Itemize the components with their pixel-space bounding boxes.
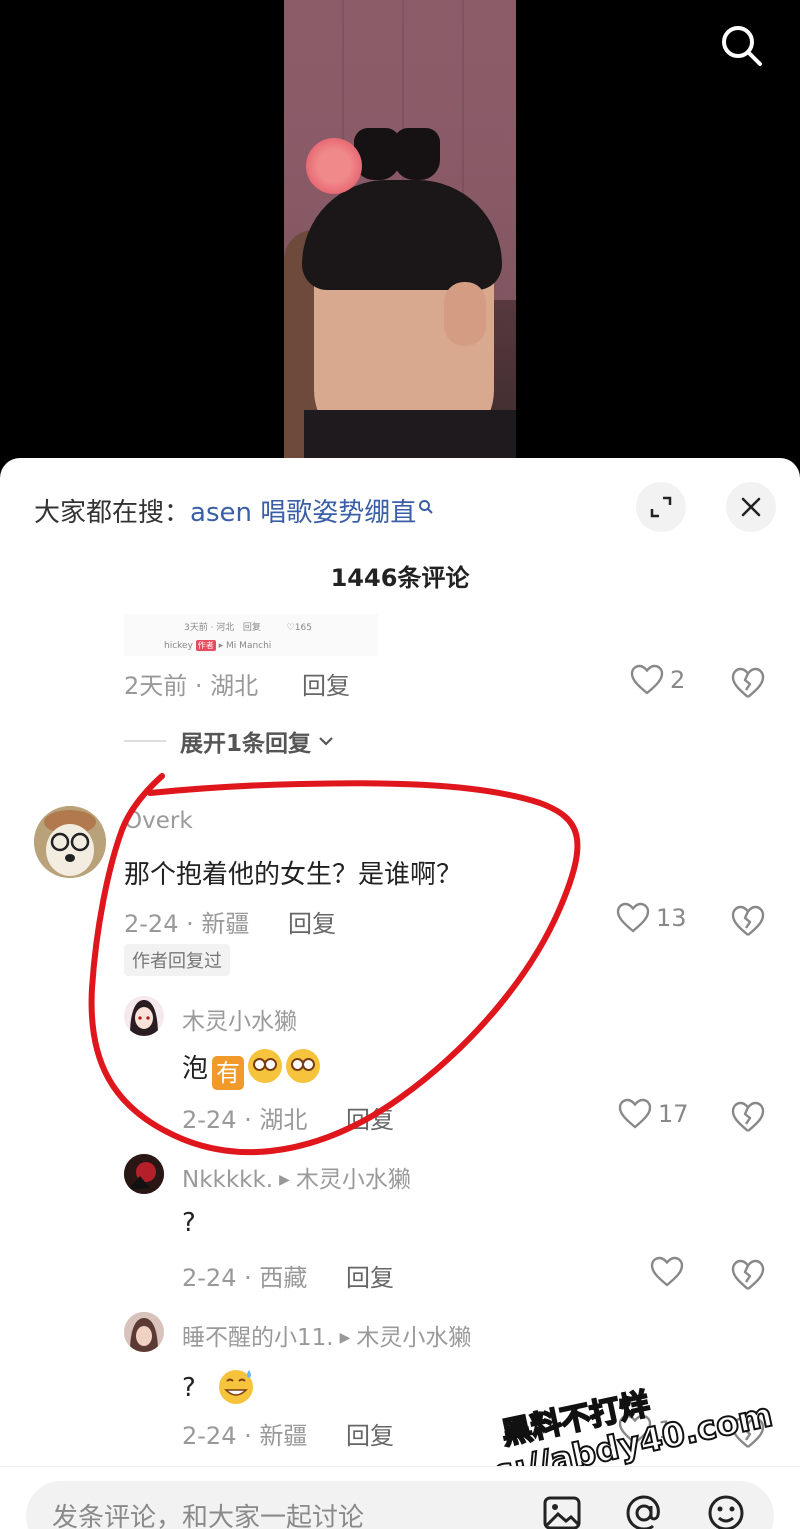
dislike-icon[interactable] <box>730 904 766 938</box>
red-circle-annotation <box>88 773 581 1156</box>
reply-text: ? <box>182 1366 256 1406</box>
reply-username[interactable]: 睡不醒的小11. ▶ 木灵小水獭 <box>182 1318 471 1352</box>
reply-button[interactable]: 回复 <box>346 1100 394 1135</box>
comment-input-placeholder: 发条评论，和大家一起讨论 <box>52 1503 365 1529</box>
comment-count: 1446条评论 <box>330 564 470 592</box>
like-count: 2 <box>670 666 686 694</box>
dark-avatar-icon <box>124 1154 164 1194</box>
reply-text-content: ? <box>182 1373 196 1403</box>
grin-sweat-emoji-icon <box>219 1370 254 1404</box>
author-replied-badge: 作者回复过 <box>124 944 230 976</box>
reply-button[interactable]: 回复 <box>288 904 336 939</box>
comment-image[interactable]: 3天前 · 河北 回复 ♡165 hickey 作者 ▸ Mi Manchi <box>124 614 378 656</box>
like-button[interactable]: 13 <box>616 902 687 934</box>
reply-username-text: Nkkkkk. <box>182 1167 274 1193</box>
reply-target-username[interactable]: 木灵小水獭 <box>356 1325 471 1351</box>
anime-girl-avatar-icon <box>124 996 164 1036</box>
heart-icon <box>630 664 664 695</box>
expand-replies-label: 展开1条回复 <box>180 731 312 757</box>
dislike-icon[interactable] <box>730 666 766 700</box>
thumb-meta: 3天前 · 河北 <box>184 623 235 633</box>
thumb-target: Mi Manchi <box>226 641 272 651</box>
heart-icon <box>618 1098 652 1129</box>
search-suggestion-prefix: 大家都在搜： <box>34 498 191 528</box>
like-button[interactable]: 17 <box>618 1098 689 1130</box>
headband-ear-right <box>394 128 440 180</box>
reply-button[interactable]: 回复 <box>346 1258 394 1293</box>
avatar[interactable] <box>124 1312 164 1352</box>
reply-button[interactable]: 回复 <box>302 666 350 701</box>
image-icon[interactable] <box>542 1493 582 1529</box>
thumb-line1: 3天前 · 河北 回复 ♡165 <box>184 623 312 633</box>
comment-sheet: 大家都在搜：asen 唱歌姿势绷直 1446条评论 3天前 · 河北 回复 ♡1… <box>0 458 800 1529</box>
search-icon <box>419 500 433 514</box>
thumb-author-tag: 作者 <box>195 640 216 651</box>
girl-avatar-icon <box>124 1312 164 1352</box>
star-eyes-emoji-icon <box>286 1049 321 1083</box>
heart-icon <box>616 902 650 933</box>
emoji-icon[interactable] <box>706 1493 746 1529</box>
dislike-icon[interactable] <box>730 1258 766 1292</box>
video-figure-ear <box>444 282 486 346</box>
expand-divider <box>124 740 166 742</box>
video-frame[interactable] <box>284 0 516 470</box>
reply-button[interactable]: 回复 <box>346 1416 394 1451</box>
avatar[interactable] <box>124 1154 164 1194</box>
thumb-user: hickey <box>164 641 193 651</box>
search-icon[interactable] <box>716 20 766 70</box>
reply-text: ? <box>182 1208 196 1238</box>
star-eyes-emoji-icon <box>248 1049 283 1083</box>
reply-username[interactable]: 木灵小水獭 <box>182 1002 297 1036</box>
like-count: 17 <box>658 1100 689 1128</box>
close-icon <box>741 497 761 517</box>
at-icon[interactable] <box>624 1493 664 1529</box>
avatar[interactable] <box>124 996 164 1036</box>
comment-meta: 2-24 · 新疆 <box>124 910 250 938</box>
emoji-you-badge: 有 <box>212 1056 245 1090</box>
like-button[interactable]: 2 <box>630 664 685 696</box>
comment-input-bar: 发条评论，和大家一起讨论 <box>0 1466 800 1529</box>
close-button[interactable] <box>726 482 776 532</box>
reply-meta: 2-24 · 湖北 <box>182 1106 308 1134</box>
thumb-reply: 回复 <box>242 623 261 633</box>
reply-meta: 2-24 · 新疆 <box>182 1422 308 1450</box>
reply-username-text: 睡不醒的小11. <box>182 1325 334 1351</box>
reply-meta: 2-24 · 西藏 <box>182 1264 308 1292</box>
reply-target-username[interactable]: 木灵小水獭 <box>296 1167 411 1193</box>
search-suggestion[interactable]: 大家都在搜：asen 唱歌姿势绷直 <box>34 492 434 529</box>
expand-button[interactable] <box>636 482 686 532</box>
headband-flower <box>306 138 362 194</box>
reply-to-arrow-icon: ▶ <box>279 1172 290 1188</box>
avatar[interactable] <box>34 806 106 878</box>
comment-text: 那个抱着他的女生？是谁啊？ <box>124 860 463 890</box>
thumb-line2: hickey 作者 ▸ Mi Manchi <box>164 640 272 651</box>
chevron-down-icon <box>319 737 333 746</box>
thumb-likes: 165 <box>294 623 312 633</box>
reply-username[interactable]: Nkkkkk. ▶ 木灵小水獭 <box>182 1160 411 1194</box>
reply-text-content: 泡 <box>182 1054 209 1084</box>
dislike-icon[interactable] <box>730 1100 766 1134</box>
like-button[interactable] <box>650 1256 690 1288</box>
expand-icon <box>650 496 672 518</box>
comment-username[interactable]: Overk <box>124 808 193 834</box>
video-player[interactable] <box>0 0 800 470</box>
dog-avatar-icon <box>34 806 106 878</box>
search-suggestion-keyword[interactable]: asen 唱歌姿势绷直 <box>190 498 416 528</box>
expand-replies-button[interactable]: 展开1条回复 <box>124 724 335 758</box>
reply-to-arrow-icon: ▶ <box>339 1330 351 1346</box>
reply-text: 泡有 <box>182 1048 321 1090</box>
comment-meta: 2天前 · 湖北 <box>124 672 259 700</box>
heart-icon <box>650 1256 684 1287</box>
like-count: 13 <box>656 904 687 932</box>
